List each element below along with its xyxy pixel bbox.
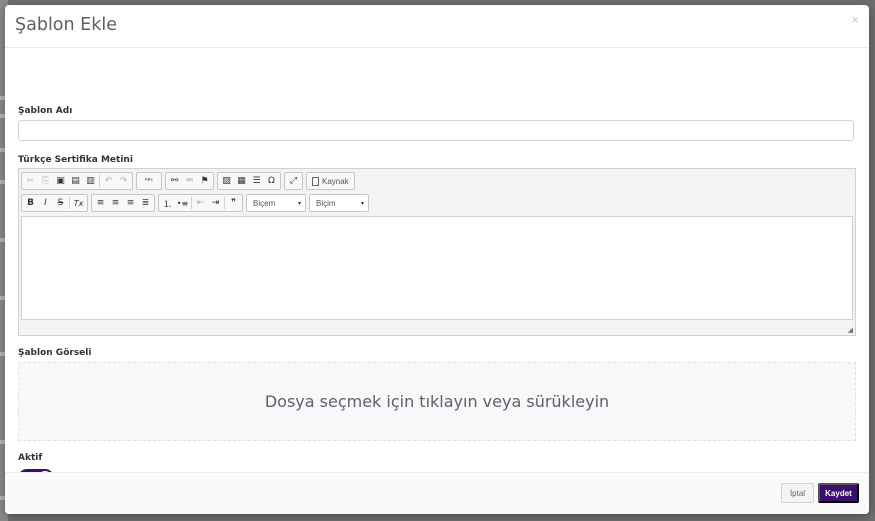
separator	[99, 175, 100, 187]
rich-text-editor: ✂ ⎘ ▣ ▤ ▥ ↶ ↷ ᴬᴮᶜ ⚯ ⚮ ⚑ ▨ ▦ ☰ Ω ⤢ Kaynak…	[18, 168, 856, 336]
cancel-button[interactable]: İptal	[781, 483, 814, 503]
basic-styles-group: B I S Tx	[21, 194, 88, 212]
source-group: Kaynak	[306, 172, 355, 190]
maximize-icon[interactable]: ⤢	[286, 173, 301, 189]
styles-combo-label: Biçem	[253, 198, 276, 208]
spellcheck-group: ᴬᴮᶜ	[136, 172, 162, 190]
format-combo-label: Biçim	[316, 198, 336, 208]
chevron-down-icon: ▾	[360, 200, 364, 207]
copy-icon[interactable]: ⎘	[38, 173, 53, 189]
special-character-icon[interactable]: Ω	[264, 173, 279, 189]
bold-icon[interactable]: B	[23, 195, 38, 211]
link-icon[interactable]: ⚯	[167, 173, 182, 189]
paste-text-icon[interactable]: ▤	[68, 173, 83, 189]
image-icon[interactable]: ▨	[219, 173, 234, 189]
editor-toolbar-row-1: ✂ ⎘ ▣ ▤ ▥ ↶ ↷ ᴬᴮᶜ ⚯ ⚮ ⚑ ▨ ▦ ☰ Ω ⤢ Kaynak	[21, 172, 355, 190]
insert-group: ▨ ▦ ☰ Ω	[217, 172, 281, 190]
resize-handle-icon[interactable]: ◢	[848, 326, 853, 334]
source-icon	[312, 176, 319, 186]
template-image-label: Şablon Görseli	[18, 348, 92, 358]
file-dropzone[interactable]: Dosya seçmek için tıklayın veya sürükley…	[18, 362, 856, 441]
editor-toolbar-row-2: B I S Tx ≡ ≡ ≡ ≣ ⒈ •≡ ⇤ ⇥ ❞ Biçem ▾ Biçi…	[21, 194, 369, 212]
numbered-list-icon[interactable]: ⒈	[160, 195, 175, 211]
bulleted-list-icon[interactable]: •≡	[175, 195, 190, 211]
alignment-group: ≡ ≡ ≡ ≣	[91, 194, 155, 212]
list-group: ⒈ •≡ ⇤ ⇥ ❞	[158, 194, 243, 212]
paste-word-icon[interactable]: ▥	[83, 173, 98, 189]
close-icon[interactable]: ×	[851, 13, 859, 26]
italic-icon[interactable]: I	[38, 195, 53, 211]
separator	[69, 197, 70, 209]
styles-combo[interactable]: Biçem ▾	[246, 194, 306, 212]
horizontal-line-icon[interactable]: ☰	[249, 173, 264, 189]
format-combo[interactable]: Biçim ▾	[309, 194, 369, 212]
anchor-icon[interactable]: ⚑	[197, 173, 212, 189]
modal-header: Şablon Ekle ×	[5, 5, 869, 48]
strikethrough-icon[interactable]: S	[53, 195, 68, 211]
align-left-icon[interactable]: ≡	[93, 195, 108, 211]
chevron-down-icon: ▾	[297, 200, 301, 207]
cut-icon[interactable]: ✂	[23, 173, 38, 189]
template-name-label: Şablon Adı	[18, 106, 73, 116]
unlink-icon[interactable]: ⚮	[182, 173, 197, 189]
modal-footer: İptal Kaydet	[5, 472, 869, 514]
tools-group: ⤢	[284, 172, 303, 190]
table-icon[interactable]: ▦	[234, 173, 249, 189]
justify-icon[interactable]: ≣	[138, 195, 153, 211]
source-button[interactable]: Kaynak	[308, 176, 353, 186]
clipboard-group: ✂ ⎘ ▣ ▤ ▥ ↶ ↷	[21, 172, 133, 190]
source-button-label: Kaynak	[322, 176, 349, 186]
outdent-icon[interactable]: ⇤	[193, 195, 208, 211]
editor-content-area[interactable]	[21, 216, 853, 320]
save-button[interactable]: Kaydet	[818, 483, 859, 503]
add-template-modal: Şablon Ekle × Şablon Adı Türkçe Sertifik…	[5, 5, 869, 514]
template-name-input[interactable]	[18, 120, 854, 141]
redo-icon[interactable]: ↷	[116, 173, 131, 189]
certificate-text-label: Türkçe Sertifika Metini	[18, 155, 133, 165]
align-center-icon[interactable]: ≡	[108, 195, 123, 211]
separator	[224, 197, 225, 209]
spellcheck-icon[interactable]: ᴬᴮᶜ	[138, 173, 160, 189]
link-group: ⚯ ⚮ ⚑	[165, 172, 214, 190]
dropzone-text: Dosya seçmek için tıklayın veya sürükley…	[264, 392, 610, 411]
active-label: Aktif	[18, 453, 43, 463]
paste-icon[interactable]: ▣	[53, 173, 68, 189]
indent-icon[interactable]: ⇥	[208, 195, 223, 211]
blockquote-icon[interactable]: ❞	[226, 195, 241, 211]
modal-title: Şablon Ekle	[15, 15, 117, 35]
separator	[191, 197, 192, 209]
remove-format-icon[interactable]: Tx	[71, 195, 86, 211]
undo-icon[interactable]: ↶	[101, 173, 116, 189]
align-right-icon[interactable]: ≡	[123, 195, 138, 211]
